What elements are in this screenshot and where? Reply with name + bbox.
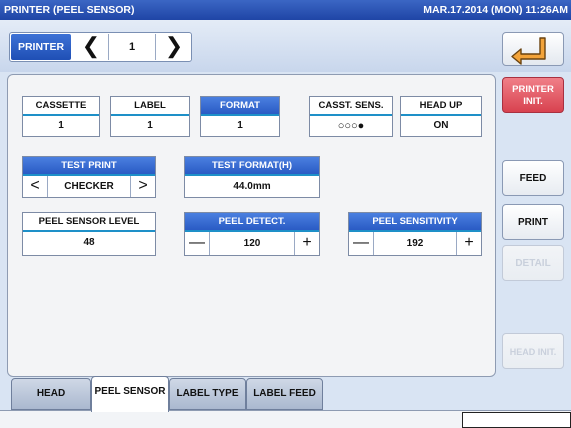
window-title: PRINTER (PEEL SENSOR) <box>4 4 135 16</box>
date-time: MAR.17.2014 (MON) 11:26AM <box>423 4 568 16</box>
test-format-header: TEST FORMAT(H) <box>185 157 319 176</box>
peel-sensitivity-plus-button[interactable]: + <box>457 232 481 255</box>
label-value: 1 <box>147 120 153 131</box>
tab-label-feed[interactable]: LABEL FEED <box>246 378 323 410</box>
tab-head[interactable]: HEAD <box>11 378 91 410</box>
test-print-header: TEST PRINT <box>23 157 155 176</box>
casst-sens-header: CASST. SENS. <box>310 97 392 116</box>
cassette-value: 1 <box>58 120 64 131</box>
format-field[interactable]: FORMAT 1 <box>200 96 280 137</box>
head-up-field: HEAD UP ON <box>400 96 482 137</box>
peel-sensitivity-stepper: — 192 + <box>349 232 481 255</box>
bottom-box <box>462 412 571 428</box>
format-header: FORMAT <box>201 97 279 116</box>
peel-sensor-level-header: PEEL SENSOR LEVEL <box>23 213 155 232</box>
tab-label-type[interactable]: LABEL TYPE <box>169 378 246 410</box>
divider <box>155 34 156 60</box>
label-header: LABEL <box>111 97 189 116</box>
peel-sensitivity-field: PEEL SENSITIVITY — 192 + <box>348 212 482 256</box>
title-bar: PRINTER (PEEL SENSOR) MAR.17.2014 (MON) … <box>0 0 571 20</box>
printer-label: PRINTER <box>11 34 71 60</box>
test-format-value: 44.0mm <box>233 181 271 192</box>
divider <box>108 34 109 60</box>
return-arrow-icon <box>511 37 546 65</box>
peel-sensitivity-header: PEEL SENSITIVITY <box>349 213 481 232</box>
head-init-button[interactable]: HEAD INIT. <box>502 333 564 369</box>
format-value: 1 <box>237 120 243 131</box>
test-format-field[interactable]: TEST FORMAT(H) 44.0mm <box>184 156 320 198</box>
back-button[interactable] <box>502 32 564 66</box>
peel-sensor-level-value: 48 <box>83 237 95 248</box>
peel-sensitivity-minus-button[interactable]: — <box>349 232 373 255</box>
test-print-value: CHECKER <box>47 176 131 197</box>
peel-detect-stepper: — 120 + <box>185 232 319 255</box>
peel-detect-header: PEEL DETECT. <box>185 213 319 232</box>
printer-next-button[interactable]: ❯ <box>157 34 191 60</box>
test-print-field: TEST PRINT < CHECKER > <box>22 156 156 198</box>
peel-detect-value: 120 <box>209 232 295 255</box>
peel-detect-field: PEEL DETECT. — 120 + <box>184 212 320 256</box>
peel-detect-minus-button[interactable]: — <box>185 232 209 255</box>
head-up-header: HEAD UP <box>401 97 481 116</box>
test-print-selector: < CHECKER > <box>23 176 155 197</box>
peel-detect-plus-button[interactable]: + <box>295 232 319 255</box>
printer-number: 1 <box>128 41 136 53</box>
test-print-prev-button[interactable]: < <box>23 176 47 197</box>
printer-init-button[interactable]: PRINTER INIT. <box>502 77 564 113</box>
cassette-field: CASSETTE 1 <box>22 96 100 137</box>
label-field: LABEL 1 <box>110 96 190 137</box>
printer-prev-button[interactable]: ❮ <box>74 34 108 60</box>
detail-button[interactable]: DETAIL <box>502 245 564 281</box>
peel-sensitivity-value: 192 <box>373 232 457 255</box>
cassette-header: CASSETTE <box>23 97 99 116</box>
test-print-next-button[interactable]: > <box>131 176 155 197</box>
casst-sens-field: CASST. SENS. ○○○● <box>309 96 393 137</box>
print-button[interactable]: PRINT <box>502 204 564 240</box>
tab-peel-sensor[interactable]: PEEL SENSOR <box>91 376 169 412</box>
feed-button[interactable]: FEED <box>502 160 564 196</box>
casst-sens-indicator: ○○○● <box>337 120 365 132</box>
head-up-value: ON <box>433 120 449 131</box>
peel-sensor-level-field: PEEL SENSOR LEVEL 48 <box>22 212 156 256</box>
